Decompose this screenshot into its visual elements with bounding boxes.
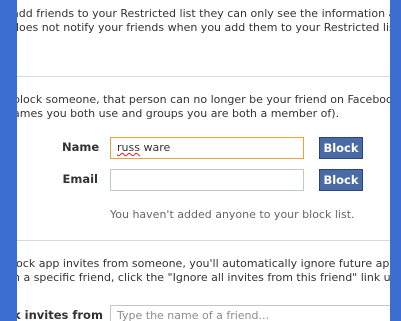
privacy-settings-panel: add friends to your Restricted list they… [17,0,390,321]
name-input[interactable]: russ ware [110,137,304,159]
block-list-empty-message: You haven't added anyone to your block l… [110,208,355,221]
name-label: Name [62,140,100,154]
restricted-description-line-1: add friends to your Restricted list they… [17,7,390,20]
section-divider [17,240,390,241]
block-users-description-line-1: block someone, that person can no longer… [17,93,390,106]
email-label: Email [62,172,98,186]
block-invites-description-line-1: lock app invites from someone, you'll au… [17,257,390,270]
block-invites-description-line-2: n a specific friend, click the "Ignore a… [17,271,390,284]
block-by-name-button[interactable]: Block [319,137,363,159]
block-invites-from-label: k invites from [17,308,103,321]
block-users-description-line-2: ames you both use and groups you are bot… [17,107,340,120]
window-right-edge [390,0,401,321]
name-input-value-misspelled: russ [117,141,140,154]
window-left-edge [0,0,17,321]
section-divider [17,76,390,77]
name-input-value-rest: ware [139,141,171,154]
email-input[interactable] [110,169,304,191]
block-by-email-button[interactable]: Block [319,169,363,191]
block-invites-friend-input[interactable]: Type the name of a friend... [110,305,390,321]
restricted-description-line-2: does not notify your friends when you ad… [17,21,390,34]
